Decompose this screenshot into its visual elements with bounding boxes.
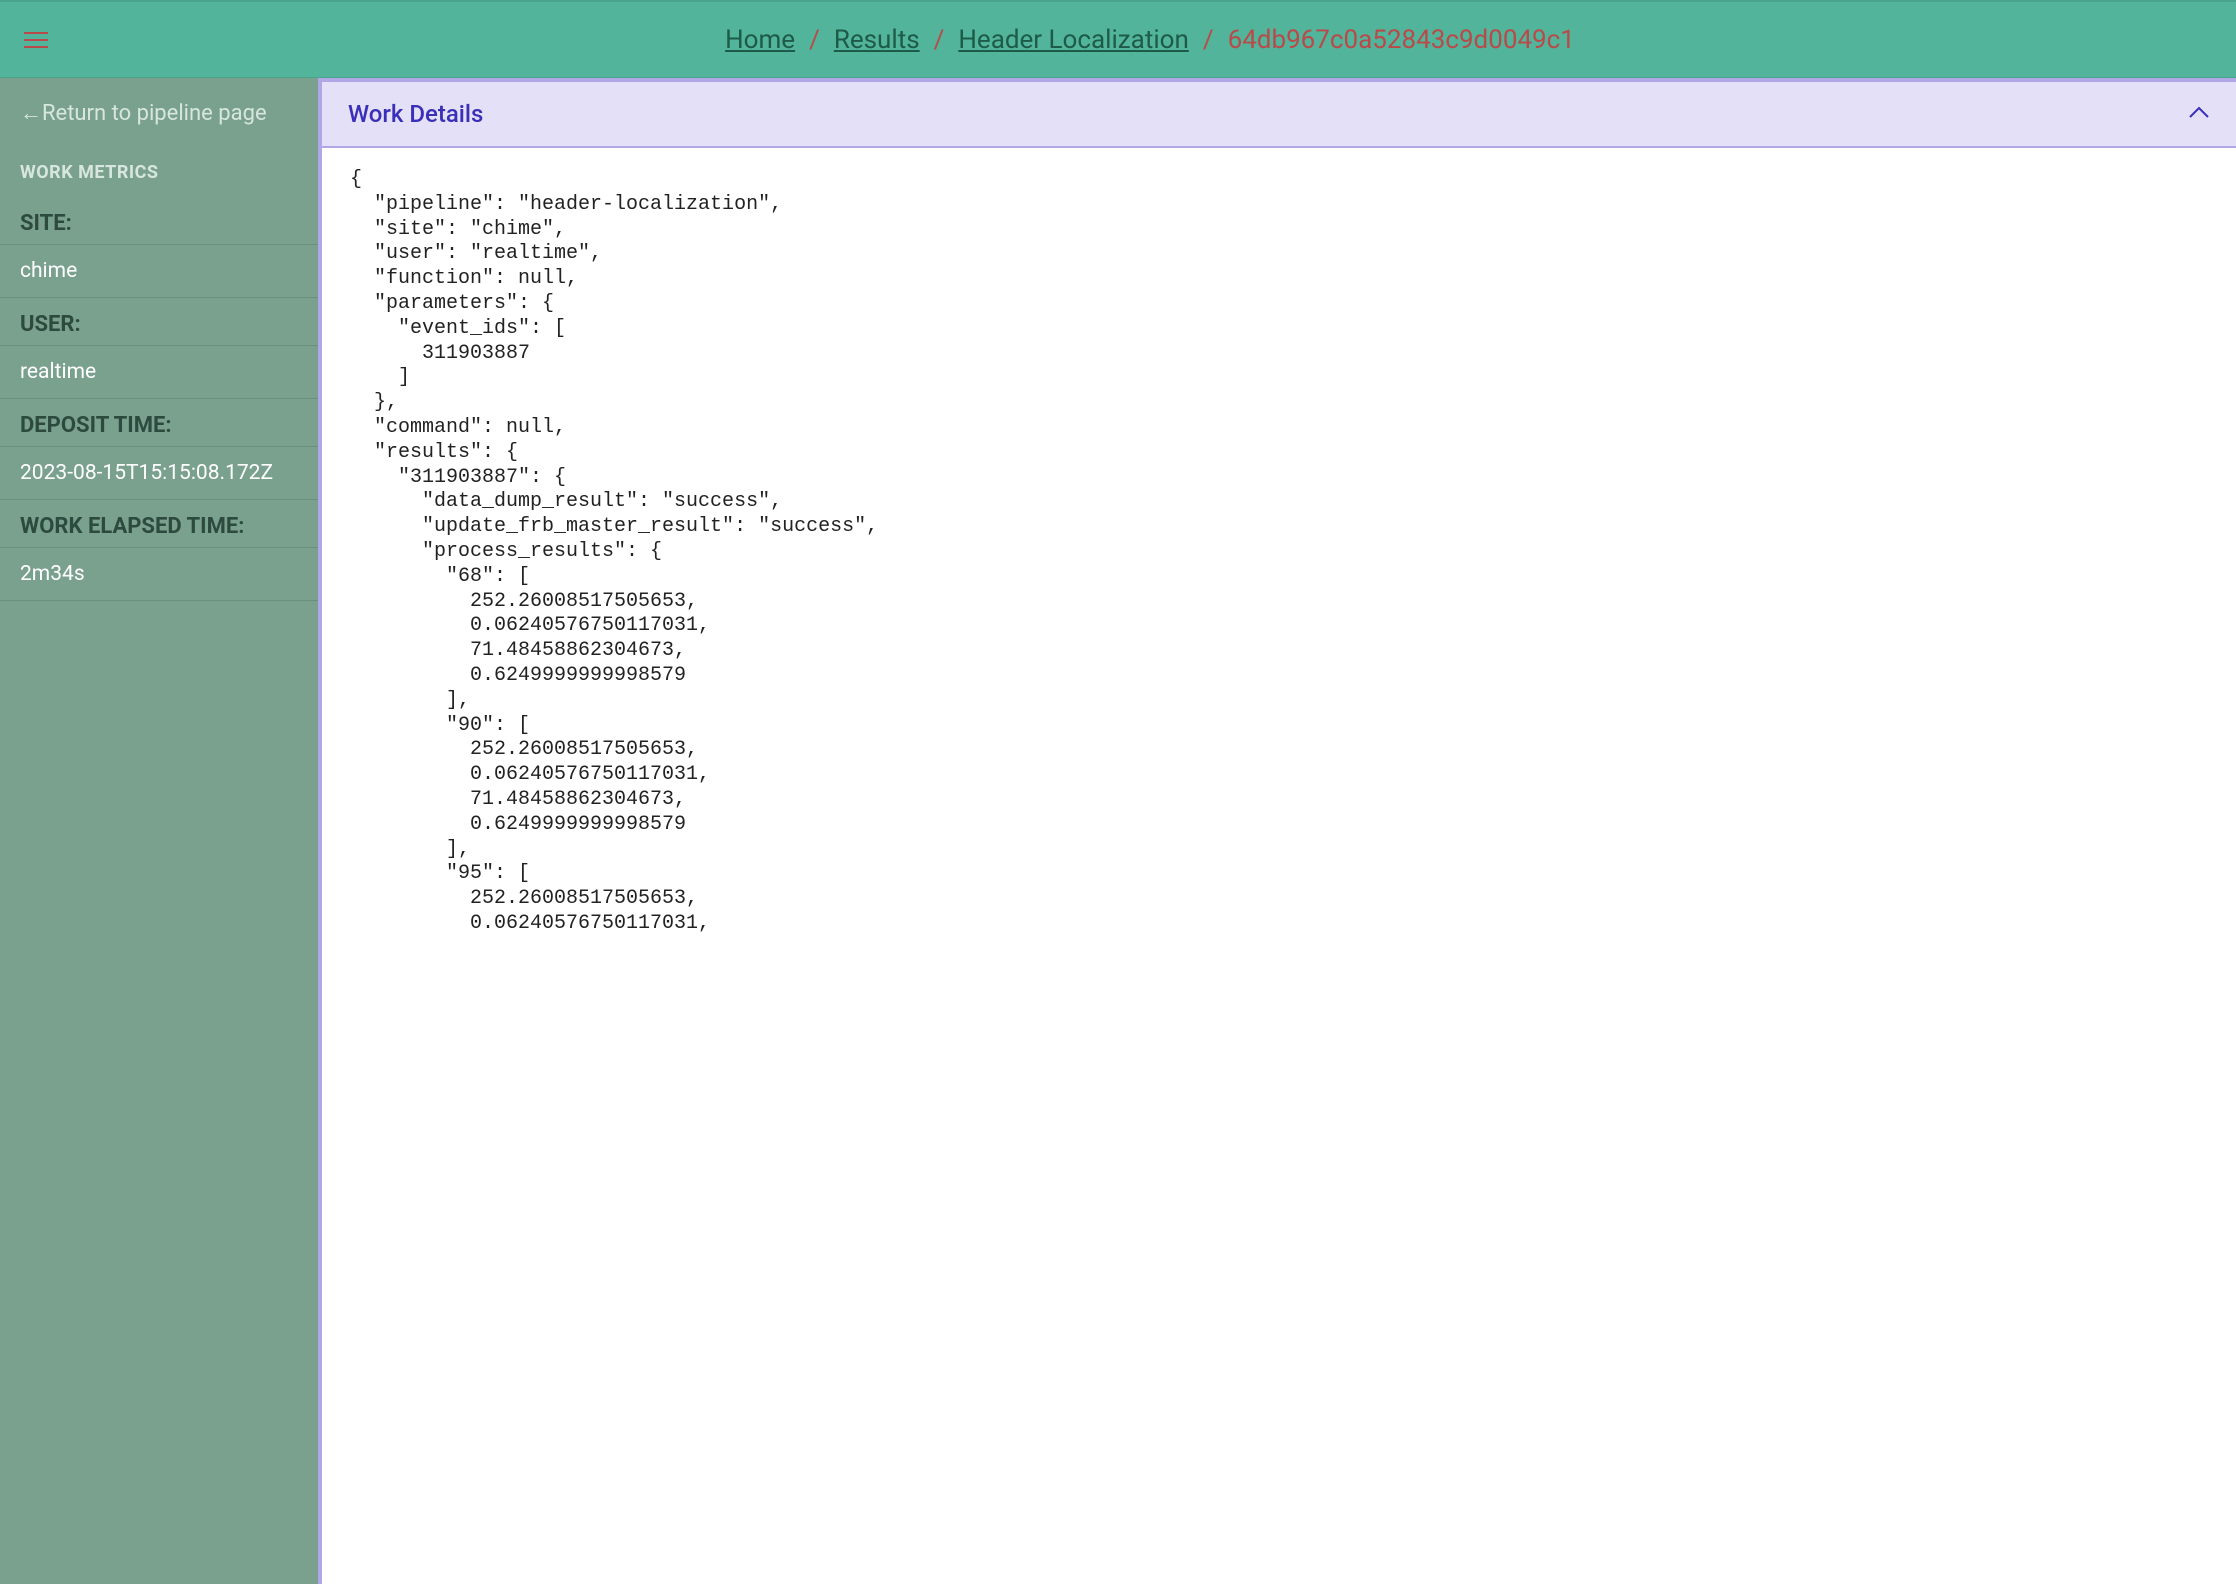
- metric-value: realtime: [0, 346, 318, 398]
- breadcrumb-current-id: 64db967c0a52843c9d0049c1: [1228, 25, 1575, 55]
- top-header: Home / Results / Header Localization / 6…: [0, 0, 2236, 78]
- panel-title: Work Details: [348, 100, 483, 128]
- breadcrumb-home[interactable]: Home: [725, 25, 795, 55]
- metric-label: WORK ELAPSED TIME:: [0, 500, 318, 548]
- breadcrumb-separator: /: [934, 25, 945, 55]
- metric-value: 2023-08-15T15:15:08.172Z: [0, 447, 318, 499]
- work-details-panel-header[interactable]: Work Details: [322, 78, 2236, 148]
- metric-user: USER: realtime: [0, 298, 318, 399]
- breadcrumb-separator: /: [809, 25, 820, 55]
- metric-label: DEPOSIT TIME:: [0, 399, 318, 447]
- metric-value: chime: [0, 245, 318, 297]
- sidebar: ←Return to pipeline page WORK METRICS SI…: [0, 78, 322, 1584]
- metric-site: SITE: chime: [0, 197, 318, 298]
- breadcrumb-separator: /: [1203, 25, 1214, 55]
- breadcrumb: Home / Results / Header Localization / 6…: [88, 25, 2212, 55]
- metric-work-elapsed-time: WORK ELAPSED TIME: 2m34s: [0, 500, 318, 601]
- main-content[interactable]: Work Details { "pipeline": "header-local…: [322, 78, 2236, 1584]
- work-metrics-heading: WORK METRICS: [0, 148, 318, 197]
- body-layout: ←Return to pipeline page WORK METRICS SI…: [0, 78, 2236, 1584]
- work-details-json: { "pipeline": "header-localization", "si…: [322, 148, 2236, 977]
- menu-icon[interactable]: [24, 32, 48, 48]
- breadcrumb-header-localization[interactable]: Header Localization: [958, 25, 1188, 55]
- chevron-up-icon: [2188, 105, 2210, 124]
- metric-label: SITE:: [0, 197, 318, 245]
- metric-deposit-time: DEPOSIT TIME: 2023-08-15T15:15:08.172Z: [0, 399, 318, 500]
- breadcrumb-results[interactable]: Results: [834, 25, 920, 55]
- metric-label: USER:: [0, 298, 318, 346]
- return-to-pipeline-link[interactable]: ←Return to pipeline page: [0, 78, 318, 148]
- metric-value: 2m34s: [0, 548, 318, 600]
